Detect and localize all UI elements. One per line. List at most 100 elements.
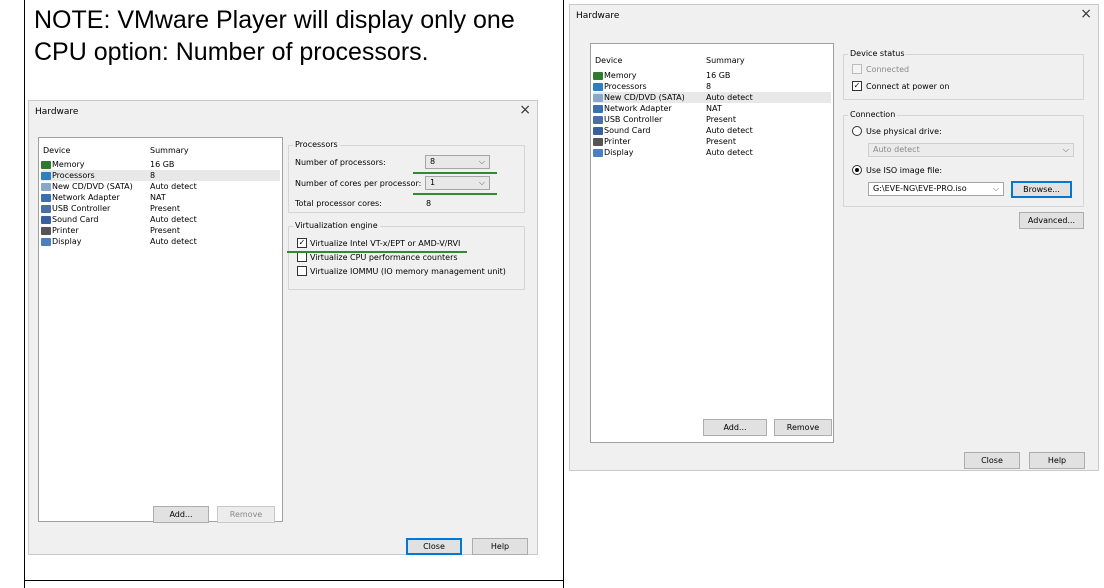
hardware-dialog-left: Hardware × Device Summary Memory 16 GB Pro…	[28, 100, 538, 555]
connect-power-label: Connect at power on	[866, 82, 950, 91]
help-button[interactable]: Help	[1029, 452, 1085, 469]
connection-label: Connection	[848, 110, 898, 119]
usb-icon	[41, 204, 51, 213]
device-name: USB Controller	[604, 115, 663, 124]
device-summary: 16 GB	[706, 71, 731, 80]
sound-icon	[41, 215, 51, 224]
device-name: Sound Card	[604, 126, 651, 135]
remove-button[interactable]: Remove	[774, 419, 832, 436]
device-name: Sound Card	[52, 215, 99, 224]
close-icon[interactable]: ×	[1080, 5, 1092, 23]
device-summary: 8	[150, 171, 156, 180]
virtualization-checkbox[interactable]: ✓	[297, 238, 307, 248]
device-row-printer[interactable]: Printer Present	[593, 136, 831, 147]
add-button[interactable]: Add...	[703, 419, 767, 436]
device-name: Network Adapter	[52, 193, 120, 202]
iso-image-label: Use ISO image file:	[866, 166, 943, 175]
advanced-button[interactable]: Advanced...	[1019, 212, 1084, 229]
dialog-title: Hardware	[35, 107, 79, 117]
device-row-usb-controller[interactable]: USB Controller Present	[593, 114, 831, 125]
device-summary: Present	[706, 137, 737, 146]
device-row-processors[interactable]: Processors 8	[593, 81, 831, 92]
connected-checkbox[interactable]	[852, 64, 862, 74]
device-status-group: Device status Connected ✓ Connect at pow…	[843, 49, 1084, 100]
device-row-processors[interactable]: Processors 8	[41, 170, 280, 181]
memory-icon	[593, 71, 603, 80]
close-button[interactable]: Close	[406, 538, 462, 555]
physical-drive-radio[interactable]	[852, 126, 862, 136]
device-name: Printer	[604, 137, 631, 146]
device-list: Device Summary Memory 16 GB Processors 8 New…	[590, 43, 834, 443]
device-row-display[interactable]: Display Auto detect	[41, 236, 280, 247]
processors-group: Processors Number of processors: 8 ⌵ Num…	[288, 140, 525, 213]
note-text: NOTE: VMware Player will display only on…	[34, 4, 554, 68]
cd-icon	[593, 93, 603, 102]
device-row-printer[interactable]: Printer Present	[41, 225, 280, 236]
browse-button[interactable]: Browse...	[1011, 181, 1072, 198]
physical-drive-select[interactable]: Auto detect ⌵	[868, 143, 1074, 157]
cores-label: Number of cores per processor:	[295, 179, 422, 188]
cores-value: 1	[430, 178, 436, 187]
iso-path-input[interactable]: G:\EVE-NG\EVE-PRO.iso ⌵	[868, 182, 1004, 196]
note-line-2: CPU option: Number of processors.	[34, 38, 429, 66]
display-icon	[41, 237, 51, 246]
device-row-sound-card[interactable]: Sound Card Auto detect	[41, 214, 280, 225]
device-row-memory[interactable]: Memory 16 GB	[593, 70, 831, 81]
processor-icon	[593, 82, 603, 91]
memory-icon	[41, 160, 51, 169]
hardware-dialog-right: Hardware × Device Summary Memory 16 GB Pro…	[569, 4, 1099, 471]
close-button[interactable]: Close	[964, 452, 1020, 469]
device-summary: Auto detect	[706, 93, 753, 102]
device-row-network-adapter[interactable]: Network Adapter NAT	[593, 103, 831, 114]
virtualization-checkbox[interactable]	[297, 252, 307, 262]
device-status-label: Device status	[848, 49, 907, 58]
physical-drive-value: Auto detect	[873, 145, 920, 154]
device-row-sound-card[interactable]: Sound Card Auto detect	[593, 125, 831, 136]
add-button[interactable]: Add...	[153, 506, 209, 523]
device-row-network-adapter[interactable]: Network Adapter NAT	[41, 192, 280, 203]
device-summary: Auto detect	[150, 237, 197, 246]
device-summary: Auto detect	[150, 182, 197, 191]
close-icon[interactable]: ×	[519, 101, 531, 119]
chevron-down-icon: ⌵	[1062, 145, 1069, 154]
usb-icon	[593, 115, 603, 124]
help-button[interactable]: Help	[472, 538, 528, 555]
highlight-underline	[413, 193, 497, 195]
total-cores-value: 8	[426, 199, 432, 208]
remove-button[interactable]: Remove	[217, 506, 275, 523]
device-summary: Present	[706, 115, 737, 124]
summary-column-header: Summary	[706, 56, 745, 65]
network-icon	[593, 104, 603, 113]
device-name: Display	[604, 148, 634, 157]
virtualization-checkbox[interactable]	[297, 266, 307, 276]
device-column-header: Device	[595, 56, 623, 65]
connect-power-checkbox[interactable]: ✓	[852, 81, 862, 91]
chevron-down-icon: ⌵	[992, 184, 999, 193]
network-icon	[41, 193, 51, 202]
device-summary: 16 GB	[150, 160, 175, 169]
table-bottom-border	[24, 580, 564, 581]
device-row-new-cd-dvd-sata[interactable]: New CD/DVD (SATA) Auto detect	[41, 181, 280, 192]
note-line-1: NOTE: VMware Player will display only on…	[34, 6, 515, 34]
device-row-memory[interactable]: Memory 16 GB	[41, 159, 280, 170]
iso-path-value: G:\EVE-NG\EVE-PRO.iso	[873, 184, 967, 193]
device-row-display[interactable]: Display Auto detect	[593, 147, 831, 158]
device-name: Display	[52, 237, 82, 246]
sound-icon	[593, 126, 603, 135]
connection-group: Connection Use physical drive: Auto dete…	[843, 110, 1084, 207]
page: NOTE: VMware Player will display only on…	[0, 0, 1104, 588]
cores-select[interactable]: 1 ⌵	[425, 176, 490, 190]
printer-icon	[41, 226, 51, 235]
device-row-usb-controller[interactable]: USB Controller Present	[41, 203, 280, 214]
num-processors-select[interactable]: 8 ⌵	[425, 155, 490, 169]
device-name: Memory	[604, 71, 637, 80]
display-icon	[593, 148, 603, 157]
printer-icon	[593, 137, 603, 146]
device-row-new-cd-dvd-sata[interactable]: New CD/DVD (SATA) Auto detect	[593, 92, 831, 103]
device-name: Network Adapter	[604, 104, 672, 113]
connected-label: Connected	[866, 65, 910, 74]
physical-drive-label: Use physical drive:	[866, 127, 942, 136]
device-summary: 8	[706, 82, 712, 91]
iso-image-radio[interactable]	[852, 165, 862, 175]
processor-icon	[41, 171, 51, 180]
